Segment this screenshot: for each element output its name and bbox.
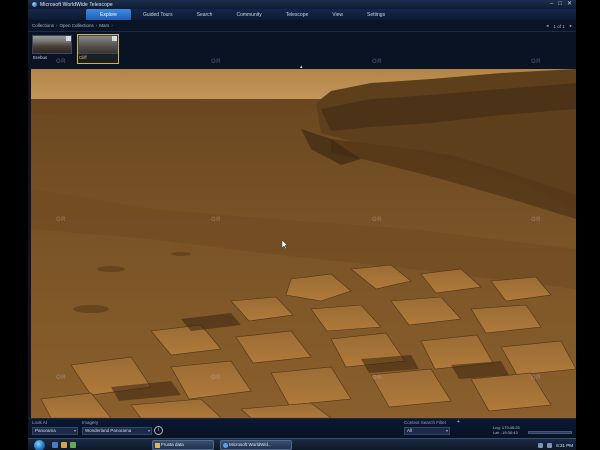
tab-telescope[interactable]: Telescope: [274, 9, 321, 20]
look-at-label: Look At: [32, 420, 48, 425]
taskbar-button-label: Microsoft WorldWid...: [229, 442, 272, 447]
taskbar-button-worldwide[interactable]: Microsoft WorldWid...: [220, 440, 292, 450]
watermark: OR: [531, 375, 541, 381]
watermark: OR: [372, 375, 382, 381]
close-button[interactable]: ✕: [567, 0, 572, 9]
quick-launch-icon[interactable]: [70, 442, 76, 448]
watermark: OR: [372, 59, 382, 65]
network-icon[interactable]: [538, 442, 544, 448]
tab-explore[interactable]: Explore: [86, 9, 131, 20]
windows-start-icon[interactable]: [34, 440, 45, 450]
watermark: OR: [211, 59, 221, 65]
thumbnail-badge-icon: [112, 36, 117, 41]
breadcrumb-separator: ›: [56, 23, 58, 28]
system-tray: 6:31 PM: [538, 440, 573, 450]
thumbnail-badge-icon: [66, 36, 71, 41]
watermark: OR: [56, 375, 66, 381]
breadcrumb-separator: ›: [111, 23, 113, 28]
imagery-select[interactable]: Wonderland Panorama ▾: [82, 427, 152, 435]
watermark: OR: [531, 59, 541, 65]
window-title: Microsoft WorldWide Telescope: [40, 1, 113, 8]
breadcrumb: Collections › Open Collections › Mars ›: [28, 20, 576, 32]
zoom-slider[interactable]: [528, 431, 572, 434]
globe-icon: [223, 443, 228, 448]
watermark: OR: [56, 217, 66, 223]
pager-text: 1 of 1: [553, 23, 565, 29]
clock[interactable]: 6:31 PM: [556, 443, 573, 448]
pager: ◂ 1 of 1 ▸: [546, 20, 572, 32]
globe-icon: [32, 2, 37, 7]
watermark: OR: [531, 217, 541, 223]
look-at-select[interactable]: Panorama ▾: [32, 427, 78, 435]
thumbnail-label: Cliff: [79, 55, 87, 60]
mouse-cursor-icon: [282, 240, 288, 249]
folder-icon: [155, 443, 160, 448]
chevron-down-icon: ▾: [147, 428, 150, 433]
coordinates-readout: Lng: 179:45:25 Lat: -19:30:43: [493, 425, 520, 435]
context-filter-label: Context Search Filter: [404, 420, 447, 425]
info-icon[interactable]: i: [154, 426, 163, 435]
look-at-value: Panorama: [35, 428, 56, 433]
quick-launch-icon[interactable]: [52, 442, 58, 448]
thumbnail-strip: Erebus Cliff OR OR OR OR: [28, 32, 576, 65]
tab-community[interactable]: Community: [224, 9, 273, 20]
watermark: OR: [56, 59, 66, 65]
watermark: OR: [372, 217, 382, 223]
breadcrumb-separator: ›: [95, 23, 98, 28]
pager-prev-button[interactable]: ◂: [546, 23, 548, 29]
minimize-button[interactable]: –: [550, 0, 553, 9]
taskbar-button-frusta[interactable]: Frusta data: [152, 440, 214, 450]
context-filter-value: All: [407, 428, 413, 433]
chevron-down-icon: ▾: [73, 428, 76, 433]
breadcrumb-open-collections[interactable]: Open Collections: [60, 23, 94, 28]
latitude-text: Lat: -19:30:43: [493, 430, 518, 435]
chevron-down-icon: ▾: [445, 428, 448, 433]
tab-search[interactable]: Search: [185, 9, 225, 20]
taskbar: Frusta data Microsoft WorldWid... 6:31 P…: [28, 438, 576, 450]
watermark: OR: [211, 375, 221, 381]
thumbnail-cliff[interactable]: Cliff: [77, 34, 119, 64]
volume-icon[interactable]: [547, 442, 553, 448]
imagery-value: Wonderland Panorama: [85, 428, 132, 433]
watermark: OR: [211, 217, 221, 223]
tab-view[interactable]: View: [320, 9, 355, 20]
title-bar: Microsoft WorldWide Telescope: [28, 0, 576, 9]
mars-panorama: [31, 69, 576, 418]
imagery-label: Imagery: [82, 420, 99, 425]
bottom-control-panel: Look At Panorama ▾ Imagery Wonderland Pa…: [28, 418, 576, 438]
tab-guided-tours[interactable]: Guided Tours: [131, 9, 185, 20]
ribbon-tabs: Explore Guided Tours Search Community Te…: [28, 9, 576, 20]
maximize-button[interactable]: □: [558, 0, 562, 9]
quick-launch-icon[interactable]: [61, 442, 67, 448]
breadcrumb-collections[interactable]: Collections: [32, 23, 54, 28]
pager-next-button[interactable]: ▸: [570, 23, 572, 29]
panorama-viewer[interactable]: OR OR OR OR OR OR OR OR: [31, 69, 576, 418]
thumbnail-label: Erebus: [33, 55, 48, 60]
tab-settings[interactable]: Settings: [355, 9, 397, 20]
context-filter-select[interactable]: All ▾: [404, 427, 450, 435]
window-controls: – □ ✕: [550, 0, 572, 9]
application-window: Microsoft WorldWide Telescope – □ ✕ Expl…: [28, 0, 576, 450]
taskbar-button-label: Frusta data: [161, 442, 184, 447]
add-filter-icon[interactable]: +: [457, 419, 460, 425]
breadcrumb-mars[interactable]: Mars: [99, 23, 109, 28]
thumbnail-erebus[interactable]: Erebus: [32, 35, 72, 63]
